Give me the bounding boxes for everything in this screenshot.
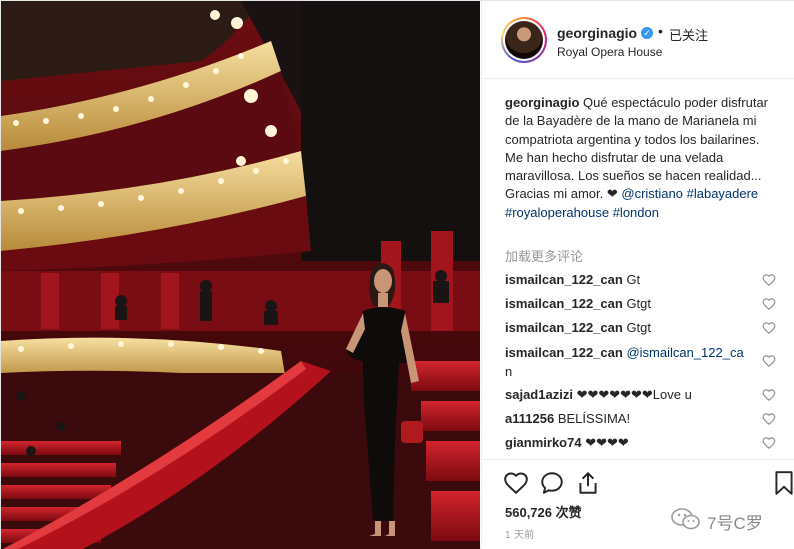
comment-username[interactable]: ismailcan_122_can (505, 345, 623, 360)
avatar-image (503, 19, 545, 61)
comment-text: Gt (626, 272, 641, 287)
watermark-text: 7号C罗 (707, 514, 763, 533)
post-photo[interactable] (1, 1, 480, 549)
comment-text: n (505, 364, 513, 379)
post-caption: georginagio Qué espectáculo poder disfru… (505, 94, 775, 222)
comment-text: ❤❤❤❤ (585, 435, 629, 450)
caption-hashtag[interactable]: #labayadere (687, 186, 759, 201)
comment-username[interactable]: ismailcan_122_can (505, 296, 623, 311)
heart-icon[interactable] (503, 470, 529, 496)
instagram-post: georginagio ✓ • 已关注 Royal Opera House ge… (0, 0, 794, 549)
comment-heart-icon[interactable] (762, 436, 776, 450)
comment-username[interactable]: ismailcan_122_can (505, 320, 623, 335)
caption-hashtag[interactable]: #royaloperahouse (505, 205, 609, 220)
comment-heart-icon[interactable] (762, 273, 776, 287)
share-icon[interactable] (575, 470, 601, 496)
separator-dot: • (658, 23, 663, 39)
caption-username[interactable]: georginagio (505, 95, 579, 110)
comment-item: a111256 BELÍSSIMA! (505, 410, 775, 427)
load-more-comments[interactable]: 加载更多评论 (505, 246, 583, 265)
watermark: 7号C罗 (671, 507, 781, 533)
comment-icon[interactable] (539, 470, 565, 496)
opera-house-photo (1, 1, 480, 549)
comment-username[interactable]: a111256 (505, 411, 554, 426)
likes-count[interactable]: 560,726 次赞 (505, 502, 582, 521)
caption-hashtag[interactable]: #london (613, 205, 659, 220)
action-bar (482, 459, 794, 503)
comment-item: ismailcan_122_can @ismailcan_122_ca n (505, 343, 775, 381)
location-link[interactable]: Royal Opera House (557, 45, 662, 59)
username-link[interactable]: georginagio (557, 25, 637, 41)
comment-username[interactable]: sajad1azizi (505, 387, 573, 402)
verified-badge-icon: ✓ (641, 27, 653, 39)
following-button[interactable]: 已关注 (669, 25, 708, 44)
post-panel: georginagio ✓ • 已关注 Royal Opera House ge… (481, 1, 794, 549)
comment-mention[interactable]: @ismailcan_122_ca (626, 345, 743, 360)
comment-item: sajad1azizi ❤❤❤❤❤❤❤Love u (505, 386, 775, 403)
post-timestamp[interactable]: 1 天前 (505, 526, 535, 541)
caption-mention[interactable]: @cristiano (621, 186, 683, 201)
comment-username[interactable]: ismailcan_122_can (505, 272, 623, 287)
wechat-icon (671, 508, 700, 530)
comment-text: Gtgt (626, 320, 652, 335)
comment-item: ismailcan_122_can Gt (505, 271, 775, 288)
comment-text: BELÍSSIMA! (557, 411, 631, 426)
comment-heart-icon[interactable] (762, 354, 776, 368)
comment-item: gianmirko74 ❤❤❤❤ (505, 434, 775, 451)
comment-heart-icon[interactable] (762, 297, 776, 311)
comment-heart-icon[interactable] (762, 412, 776, 426)
avatar[interactable] (501, 17, 547, 63)
bookmark-icon[interactable] (771, 470, 794, 496)
comment-text: Gtgt (626, 296, 652, 311)
comment-username[interactable]: gianmirko74 (505, 435, 582, 450)
comment-heart-icon[interactable] (762, 321, 776, 335)
comment-item: ismailcan_122_can Gtgt (505, 295, 775, 312)
post-header: georginagio ✓ • 已关注 Royal Opera House (482, 1, 794, 79)
comment-text: ❤❤❤❤❤❤❤Love u (576, 387, 692, 402)
comment-item: ismailcan_122_can Gtgt (505, 319, 775, 336)
comment-heart-icon[interactable] (762, 388, 776, 402)
